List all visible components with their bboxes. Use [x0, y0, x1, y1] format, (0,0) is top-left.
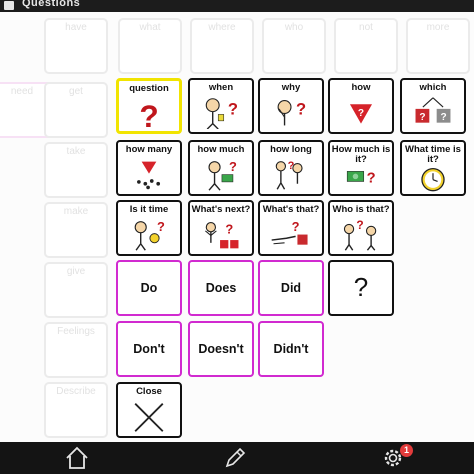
thinking-person-icon: ? — [277, 99, 306, 126]
which-choice-icon: ? ? — [415, 97, 451, 123]
home-icon[interactable] — [64, 445, 90, 471]
page-title: Questions — [22, 0, 81, 9]
svg-text:?: ? — [139, 98, 158, 129]
triangle-question-icon: ? — [349, 104, 373, 124]
whats-next-button[interactable]: What's next? ? — [188, 200, 254, 256]
svg-text:?: ? — [356, 218, 363, 232]
money-question-icon: ? — [346, 170, 376, 186]
question-mark-button[interactable]: ? — [328, 260, 394, 316]
svg-text:?: ? — [225, 222, 233, 237]
how-long-button[interactable]: how long ? — [258, 140, 324, 196]
doesnt-button[interactable]: Doesn't — [188, 321, 254, 377]
did-button[interactable]: Did — [258, 260, 324, 316]
back-icon[interactable] — [4, 1, 14, 10]
when-button[interactable]: when ? — [188, 78, 254, 134]
close-button[interactable]: Close — [116, 382, 182, 438]
svg-text:?: ? — [157, 219, 165, 234]
is-it-time-icon: ? — [134, 219, 165, 251]
what-time-is-it-button[interactable]: What time is it? — [400, 140, 466, 196]
top-bar: Questions — [0, 0, 474, 12]
how-much-is-it-button[interactable]: How much is it? ? — [328, 140, 394, 196]
svg-text:?: ? — [296, 99, 306, 118]
how-many-button[interactable]: how many — [116, 140, 182, 196]
how-long-icon: ? — [275, 160, 303, 190]
clock-icon — [421, 167, 445, 192]
who-is-that-button[interactable]: Who is that? ? — [328, 200, 394, 256]
pencil-icon[interactable] — [222, 445, 248, 471]
whats-that-button[interactable]: What's that? ? — [258, 200, 324, 256]
people-question-icon: ? — [343, 218, 377, 251]
is-it-time-button[interactable]: Is it time ? — [116, 200, 182, 256]
which-button[interactable]: which ? ? — [400, 78, 466, 134]
svg-text:?: ? — [229, 159, 237, 174]
question-button[interactable]: question ? — [116, 78, 182, 134]
dont-button[interactable]: Don't — [116, 321, 182, 377]
person-question-icon: ? — [205, 98, 238, 130]
svg-text:?: ? — [358, 108, 364, 119]
pointing-hand-icon: ? — [271, 219, 308, 245]
svg-text:?: ? — [288, 160, 295, 172]
didnt-button[interactable]: Didn't — [258, 321, 324, 377]
notification-badge: 1 — [400, 444, 413, 457]
how-many-icon — [137, 161, 161, 190]
how-button[interactable]: how ? — [328, 78, 394, 134]
question-mark-icon: ? — [139, 98, 158, 129]
whats-next-icon: ? — [205, 222, 239, 249]
how-much-icon: ? — [208, 159, 237, 191]
close-icon — [134, 403, 164, 432]
svg-text:?: ? — [419, 112, 425, 123]
how-much-button[interactable]: how much ? — [188, 140, 254, 196]
do-button[interactable]: Do — [116, 260, 182, 316]
svg-text:?: ? — [440, 112, 446, 123]
svg-text:?: ? — [228, 99, 238, 118]
does-button[interactable]: Does — [188, 260, 254, 316]
svg-text:?: ? — [292, 219, 300, 234]
why-button[interactable]: why ? — [258, 78, 324, 134]
svg-text:?: ? — [367, 170, 376, 186]
